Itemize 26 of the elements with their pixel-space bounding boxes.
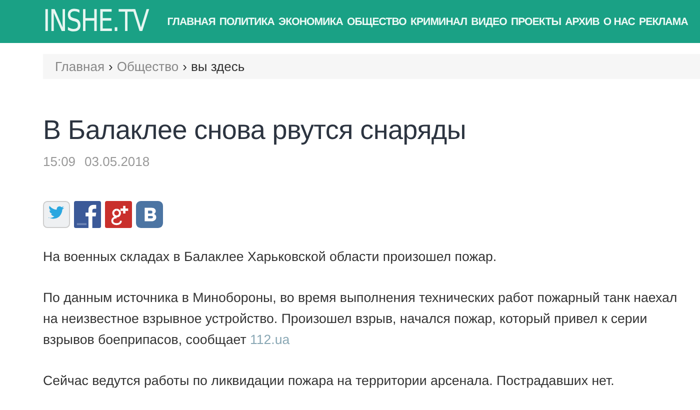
facebook-f-icon[interactable]: [74, 201, 101, 228]
nav-link[interactable]: ПРОЕКТЫ: [510, 16, 562, 28]
article-paragraph: На военных складах в Балаклее Харьковской области произошел пожар.: [43, 248, 498, 266]
breadcrumb-link[interactable]: Главная: [55, 59, 104, 74]
article-paragraph: Сейчас ведутся работы по ликвидации пожара на территории арсенала. Пострадавших нет.: [43, 372, 616, 390]
letter-b-icon[interactable]: [136, 201, 163, 228]
source-link[interactable]: 112.ua: [250, 332, 290, 347]
google-plus-icon[interactable]: [105, 201, 132, 228]
nav-link[interactable]: ВИДЕО: [471, 16, 507, 28]
nav-link[interactable]: ПОЛИТИКА: [219, 16, 274, 28]
nav-link[interactable]: РЕКЛАМА: [639, 16, 688, 28]
nav-link[interactable]: ОБЩЕСТВО: [346, 16, 406, 28]
nav-link[interactable]: О НАС: [603, 16, 635, 28]
breadcrumb-current: вы здесь: [190, 59, 245, 74]
nav-link[interactable]: ЭКОНОМИКА: [278, 16, 343, 28]
site-logo[interactable]: INSHE.TV: [43, 4, 148, 39]
article-date: 03.05.2018: [84, 154, 150, 169]
article-paragraph: По данным источника в Минобороны, во время выполнения технических работ пожарный танк наехал на неизвестное взрывное устройство. Произошел взрыв, начался пожар, который привел к серии взрывов боеприпасов, сообщает 112.ua: [43, 289, 678, 349]
nav-link[interactable]: ГЛАВНАЯ: [167, 16, 216, 28]
breadcrumb-separator: ›: [182, 59, 187, 74]
breadcrumb-separator: ›: [108, 59, 113, 74]
breadcrumb-link[interactable]: Общество: [116, 59, 179, 74]
nav-link[interactable]: АРХИВ: [565, 16, 600, 28]
article-title: В Балаклее снова рвутся снаряды: [43, 115, 467, 146]
nav-link[interactable]: КРИМИНАЛ: [410, 16, 468, 28]
article-time: 15:09: [43, 154, 76, 169]
